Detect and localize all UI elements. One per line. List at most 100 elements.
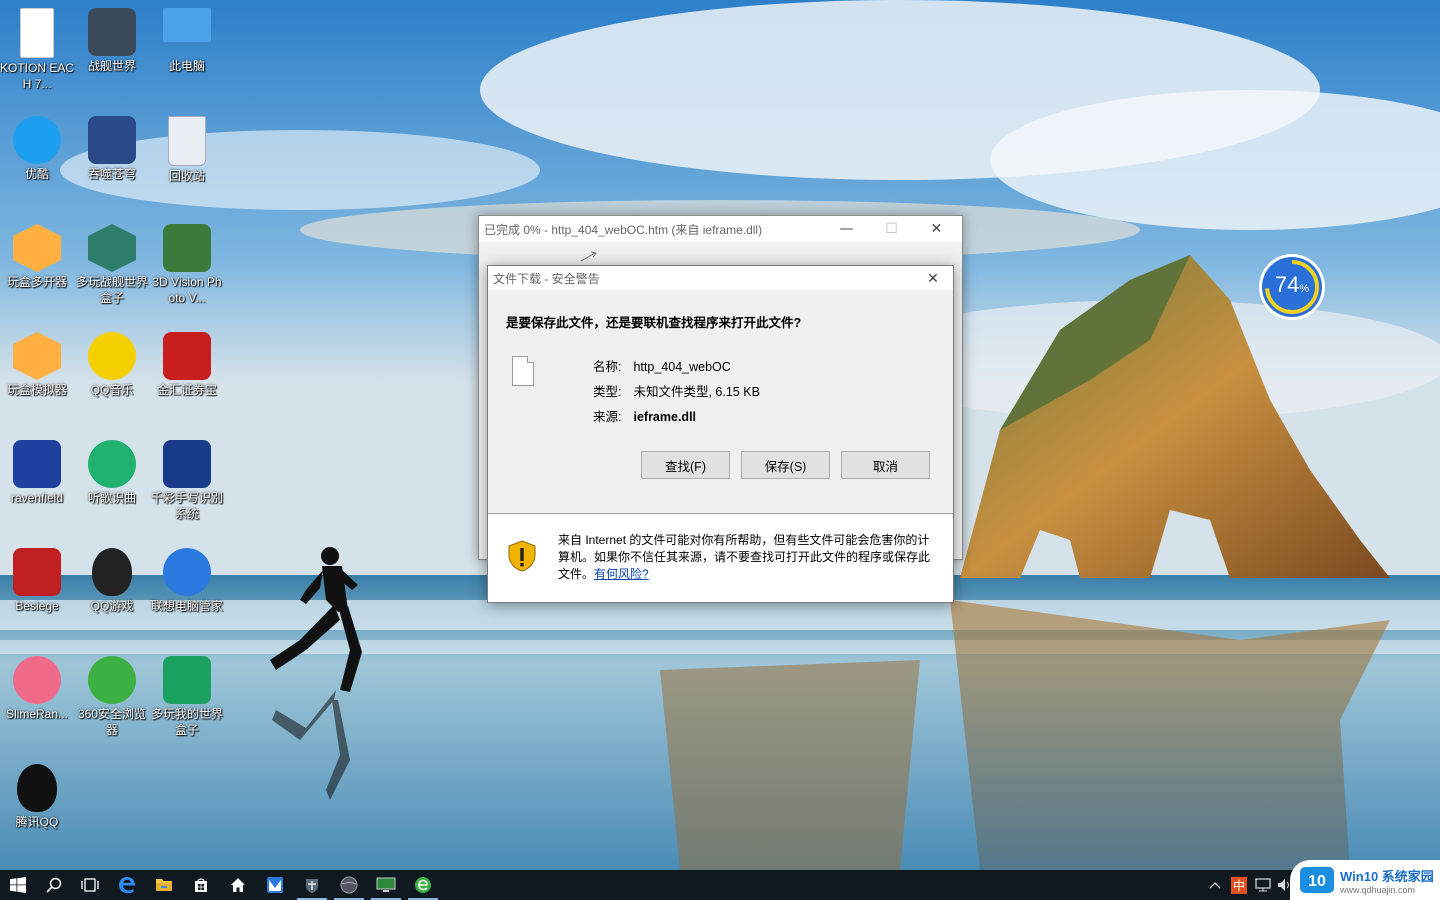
network-tray-button[interactable] (1252, 870, 1274, 900)
desktop-icon-label: 吞噬苍穹 (87, 167, 136, 181)
store-icon (195, 878, 207, 892)
desktop-icon-qqgame[interactable]: QQ游戏 (75, 542, 149, 614)
memory-usage-gauge[interactable]: 74% (1258, 253, 1326, 321)
desktop-icon-lenovo[interactable]: 联想电脑管家 (150, 542, 224, 614)
network-icon (1255, 878, 1271, 892)
ime-indicator[interactable]: 中 (1228, 870, 1250, 900)
svg-text:10: 10 (1308, 873, 1326, 890)
store-button[interactable] (183, 870, 219, 900)
duowan-warships-icon (88, 224, 136, 272)
home-icon (231, 878, 245, 892)
file-name-label: 名称: (593, 360, 622, 374)
desktop-icon-qiancai[interactable]: 千彩手写识别系统 (150, 434, 224, 522)
desktop-icon-jinhui[interactable]: 金汇证券宝 (150, 326, 224, 398)
warning-area: 来自 Internet 的文件可能对你有所帮助，但有些文件可能会危害你的计算机。… (488, 514, 953, 602)
edge-icon (119, 877, 135, 894)
desktop-icon-label: 战舰世界 (87, 59, 136, 73)
file-source-label: 来源: (593, 410, 622, 424)
what-is-risk-link[interactable]: 有何风险? (594, 567, 649, 581)
warships-icon (306, 879, 318, 893)
file-source-row: 来源: ieframe.dll (593, 406, 696, 425)
close-button[interactable]: ✕ (914, 216, 959, 242)
app-button-1[interactable] (257, 870, 293, 900)
cancel-button[interactable]: 取消 (841, 451, 930, 479)
desktop-icon-kotion[interactable]: KOTION EACH 7... (0, 2, 74, 92)
download-window-title: 已完成 0% - http_404_webOC.htm (来自 ieframe.… (484, 222, 763, 237)
dialog-titlebar[interactable]: 文件下载 - 安全警告 ✕ (488, 266, 953, 290)
desktop-icon-qq[interactable]: 腾讯QQ (0, 758, 74, 830)
3d-vision-icon (163, 224, 211, 272)
desktop-icon-duowan-mc[interactable]: 多玩我的世界盒子 (150, 650, 224, 738)
desktop-icon-zhanjianshijie[interactable]: 战舰世界 (75, 2, 149, 74)
app-button-5[interactable] (405, 870, 441, 900)
desktop-icon-label: 此电脑 (168, 59, 205, 73)
desktop-icon-label: 360安全浏览器 (77, 707, 147, 737)
desktop-icon-wanhe-emu[interactable]: 玩盒模拟器 (0, 326, 74, 398)
desktop-icon-label: 3D Vision Photo V... (152, 275, 222, 305)
song-recognition-icon (88, 440, 136, 488)
blue-app-icon (267, 877, 283, 893)
desktop-icon-thispc[interactable]: 此电脑 (150, 2, 224, 74)
desktop-icon-ravenfield[interactable]: ravenfield (0, 434, 74, 506)
desktop-icon-label: 回收站 (168, 169, 205, 183)
security-shield-icon (508, 540, 536, 572)
desktop-icon-slime[interactable]: SlimeRan... (0, 650, 74, 722)
desktop-icon-wanhe-multi[interactable]: 玩盒多开器 (0, 218, 74, 290)
desktop-icon-label: QQ音乐 (90, 383, 134, 397)
search-icon (46, 877, 62, 893)
dialog-close-button[interactable]: ✕ (914, 266, 952, 290)
qq-game-icon (92, 548, 132, 596)
desktop-icon-besiege[interactable]: Besiege (0, 542, 74, 614)
lenovo-manager-icon (163, 548, 211, 596)
desktop-icon-label: 腾讯QQ (15, 815, 59, 829)
desktop-icon-label: QQ游戏 (90, 599, 134, 613)
desktop-icon-tingge[interactable]: 听歌识曲 (75, 434, 149, 506)
desktop-icon-label: ravenfield (10, 491, 64, 505)
download-window-titlebar[interactable]: 已完成 0% - http_404_webOC.htm (来自 ieframe.… (479, 216, 962, 242)
warships-icon (88, 8, 136, 56)
desktop-icon-label: 金汇证券宝 (156, 383, 217, 397)
desktop-icon-360browser[interactable]: 360安全浏览器 (75, 650, 149, 738)
file-source-value: ieframe.dll (633, 410, 697, 424)
besiege-icon (13, 548, 61, 596)
desktop-icon-tunshi[interactable]: 吞噬苍穹 (75, 110, 149, 182)
save-button[interactable]: 保存(S) (741, 451, 830, 479)
desktop-icon-youku[interactable]: 优酷 (0, 110, 74, 182)
maximize-button[interactable]: ☐ (869, 216, 914, 242)
task-view-button[interactable] (72, 870, 108, 900)
desktop-icon-qqmusic[interactable]: QQ音乐 (75, 326, 149, 398)
warning-text-block: 来自 Internet 的文件可能对你有所帮助，但有些文件可能会危害你的计算机。… (558, 532, 936, 583)
gauge-value: 74 (1274, 272, 1300, 297)
windows-logo-icon (10, 877, 26, 893)
wanhe-multi-icon (13, 224, 61, 272)
edge-button[interactable] (109, 870, 145, 900)
dialog-title: 文件下载 - 安全警告 (493, 271, 600, 286)
desktop-icon-3dvision[interactable]: 3D Vision Photo V... (150, 218, 224, 306)
file-type-row: 类型: 未知文件类型, 6.15 KB (593, 381, 760, 400)
app-button-3[interactable] (331, 870, 367, 900)
ravenfield-icon (13, 440, 61, 488)
download-animation-icon (580, 251, 597, 262)
gauge-unit: % (1299, 283, 1310, 295)
file-download-security-dialog[interactable]: 文件下载 - 安全警告 ✕ 是要保存此文件，还是要联机查找程序来打开此文件? 名… (487, 265, 954, 603)
file-type-value: 未知文件类型, 6.15 KB (633, 385, 760, 399)
desktop-icon-recycle[interactable]: 回收站 (150, 110, 224, 184)
speaker-icon (1278, 879, 1289, 891)
file-icon (512, 356, 534, 386)
find-button[interactable]: 查找(F) (641, 451, 730, 479)
browser-360-icon (88, 656, 136, 704)
globe-icon (340, 876, 358, 894)
qq-penguin-icon (17, 764, 57, 812)
desktop-icon-label: SlimeRan... (5, 707, 69, 721)
desktop-icon-duowan-zj[interactable]: 多玩战舰世界盒子 (75, 218, 149, 306)
start-button[interactable] (0, 870, 36, 900)
app-button-4[interactable] (368, 870, 404, 900)
file-explorer-button[interactable] (146, 870, 182, 900)
desktop-icon-label: 听歌识曲 (87, 491, 136, 505)
tray-overflow-button[interactable] (1205, 870, 1225, 900)
minimize-button[interactable]: — (824, 216, 869, 242)
home-button[interactable] (220, 870, 256, 900)
desktop-icon-label: 多玩战舰世界盒子 (75, 275, 148, 305)
search-button[interactable] (36, 870, 72, 900)
app-button-2[interactable] (294, 870, 330, 900)
